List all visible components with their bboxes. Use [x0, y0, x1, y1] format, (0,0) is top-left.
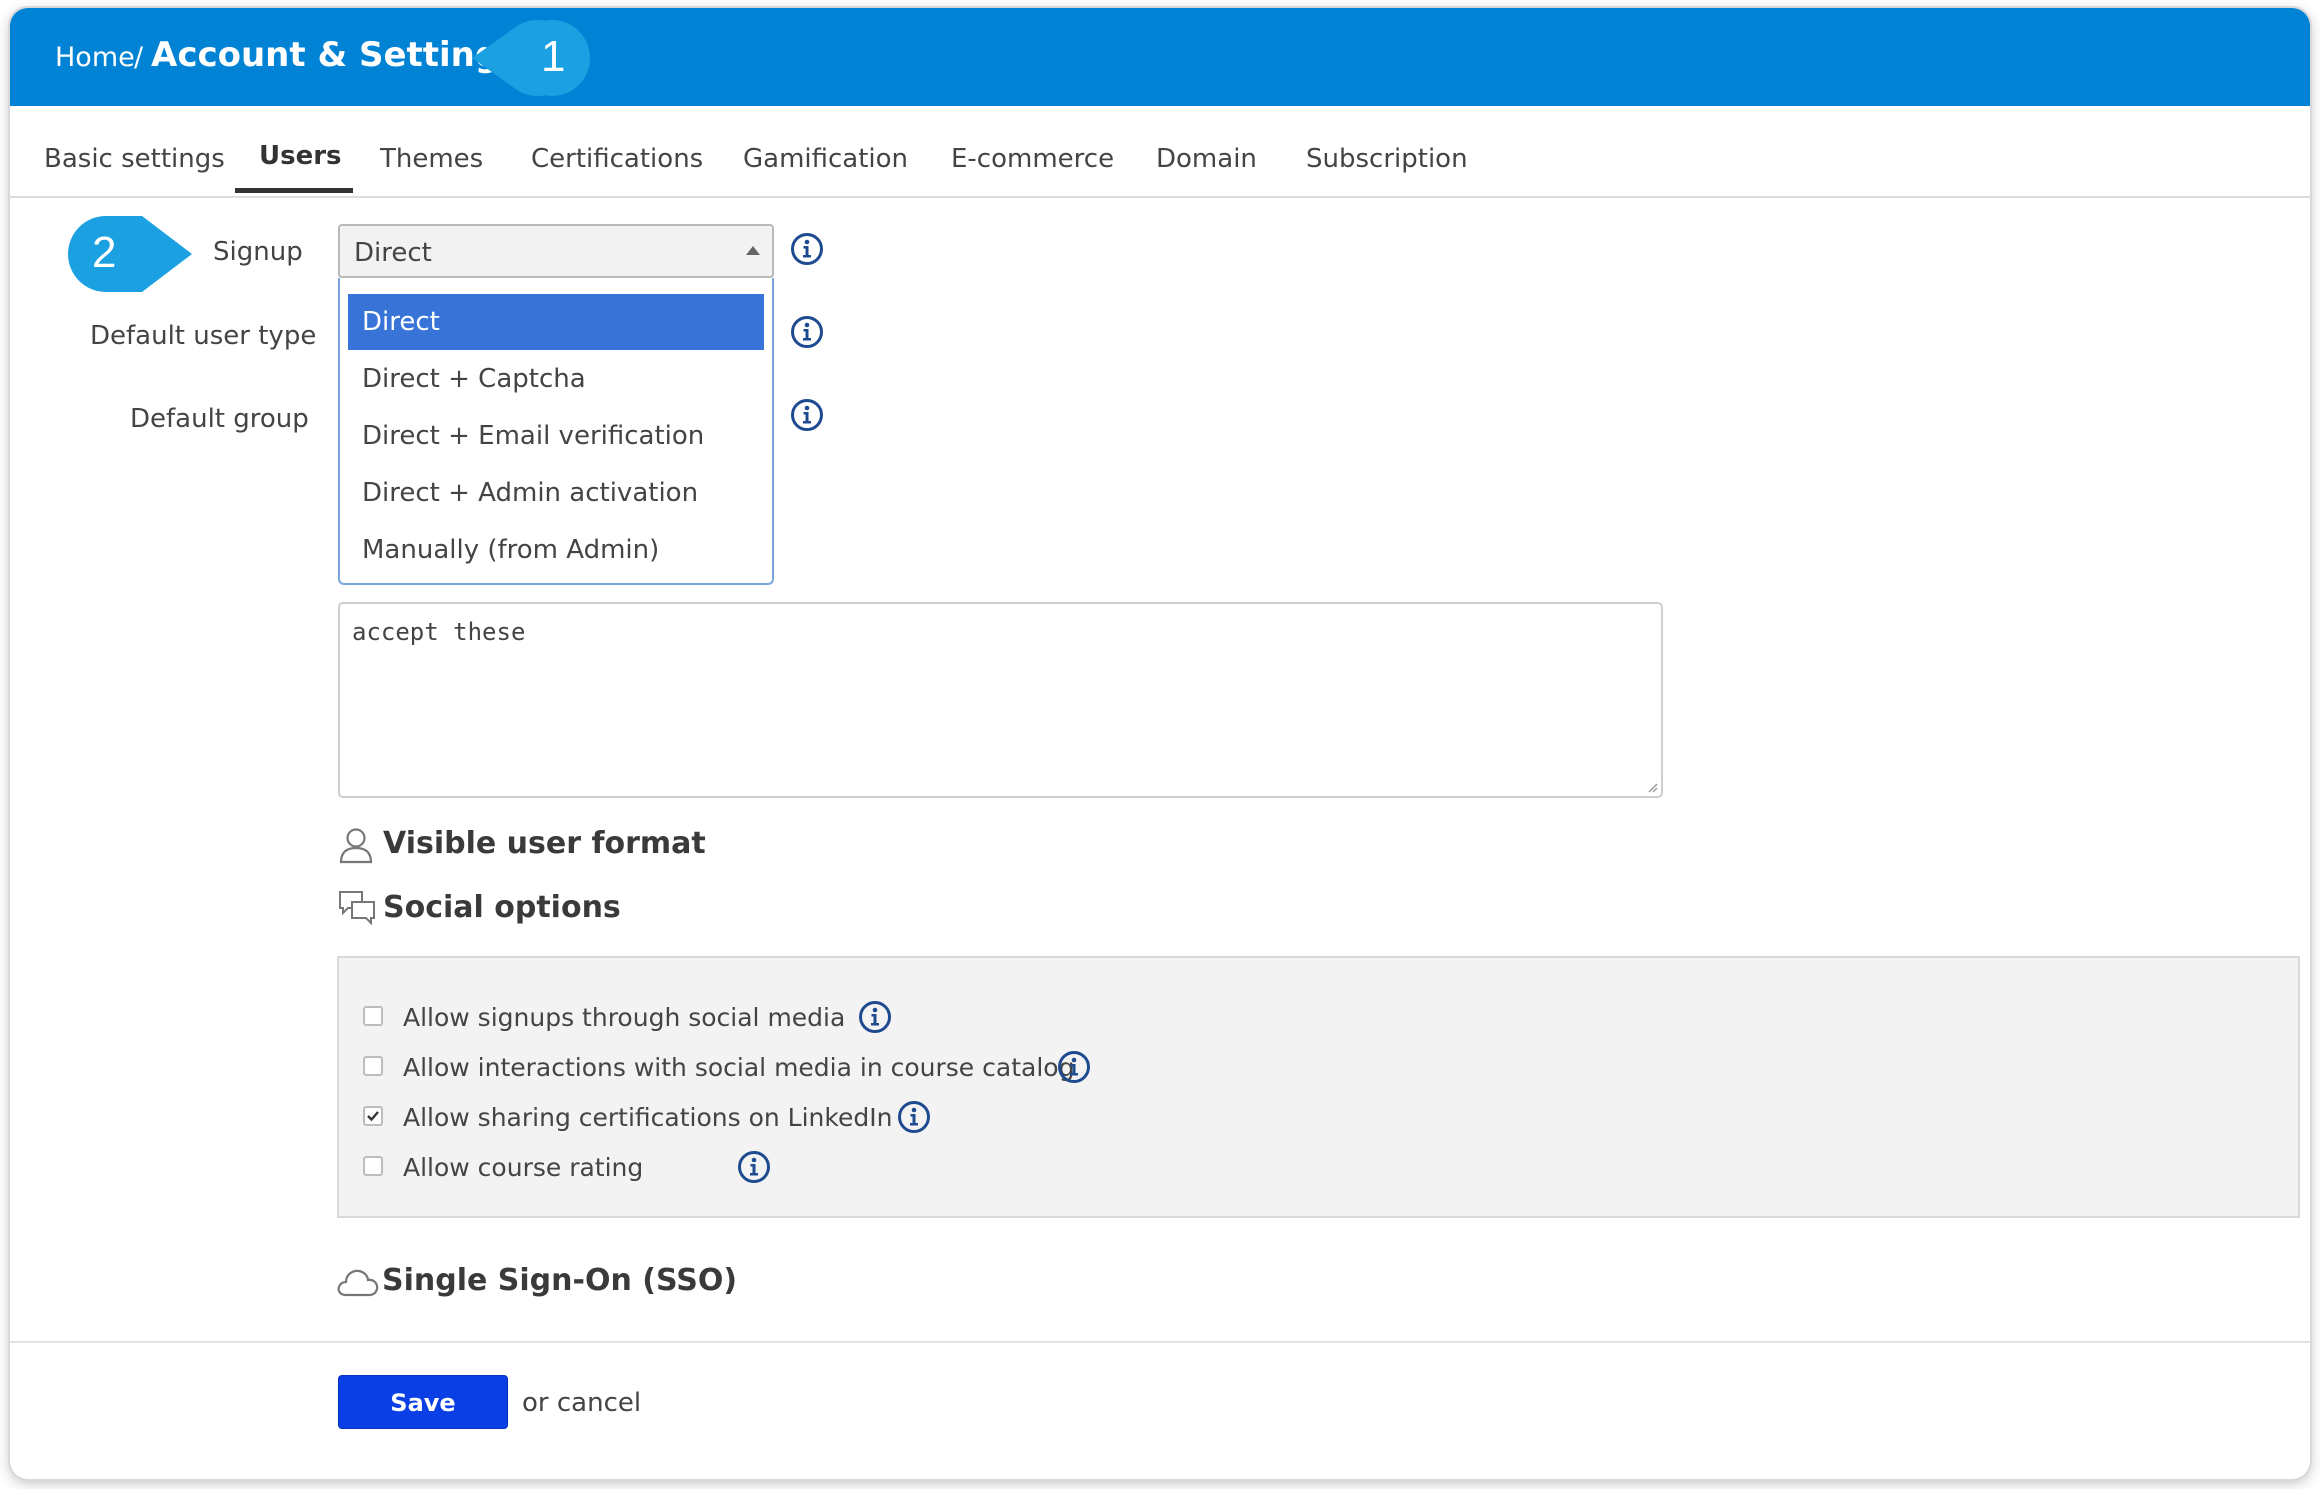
callout-number: 1: [541, 32, 566, 81]
signup-option-manually[interactable]: Manually (from Admin): [348, 522, 764, 578]
user-icon: [339, 828, 373, 864]
linkedin-sharing-label: Allow sharing certifications on LinkedIn: [403, 1103, 893, 1132]
info-icon[interactable]: [790, 315, 824, 349]
info-icon[interactable]: [858, 1000, 892, 1034]
tab-certifications[interactable]: Certifications: [531, 144, 703, 174]
visible-user-format-title: Visible user format: [383, 826, 706, 861]
app-window: Home / Account & Settings 1 Basic settin…: [10, 8, 2310, 1479]
info-icon[interactable]: [897, 1100, 931, 1134]
callout-number: 2: [92, 228, 117, 277]
signup-option-captcha[interactable]: Direct + Captcha: [348, 351, 764, 407]
signups-social-checkbox[interactable]: [363, 1006, 383, 1026]
terms-text: accept these: [352, 618, 526, 646]
chat-bubbles-icon: [339, 891, 375, 926]
active-tab-indicator: [235, 188, 353, 193]
sso-title: Single Sign-On (SSO): [382, 1263, 738, 1298]
signup-option-email-verification[interactable]: Direct + Email verification: [348, 408, 764, 464]
header-bar: Home / Account & Settings 1: [10, 8, 2310, 106]
interactions-social-label: Allow interactions with social media in …: [403, 1053, 1075, 1082]
signup-select-value: Direct: [354, 238, 432, 268]
step-callout-2: 2: [66, 214, 196, 294]
step-callout-1: 1: [472, 18, 592, 98]
social-options-panel: Allow signups through social media Allow…: [337, 956, 2300, 1218]
tab-subscription[interactable]: Subscription: [1306, 144, 1468, 174]
tab-domain[interactable]: Domain: [1156, 144, 1257, 174]
course-rating-label: Allow course rating: [403, 1153, 644, 1182]
cancel-link[interactable]: or cancel: [522, 1388, 641, 1418]
checkmark-icon: [367, 1111, 379, 1122]
info-icon[interactable]: [790, 398, 824, 432]
tab-gamification[interactable]: Gamification: [743, 144, 908, 174]
info-icon[interactable]: [1057, 1050, 1091, 1084]
signup-select[interactable]: Direct: [338, 224, 774, 278]
caret-up-icon: [746, 246, 760, 255]
callout-arrow-icon: [68, 216, 192, 292]
signups-social-label: Allow signups through social media: [403, 1003, 846, 1032]
info-icon[interactable]: [737, 1150, 771, 1184]
social-options-title: Social options: [383, 890, 621, 925]
tab-users[interactable]: Users: [259, 141, 342, 171]
breadcrumb-separator: /: [134, 42, 144, 73]
default-user-type-label: Default user type: [90, 321, 317, 351]
cloud-icon: [337, 1269, 379, 1297]
linkedin-sharing-checkbox[interactable]: [363, 1106, 383, 1126]
callout-arrow-icon: [472, 20, 590, 97]
save-button[interactable]: Save: [338, 1375, 508, 1429]
settings-tabs: Basic settings Users Themes Certificatio…: [10, 106, 2310, 198]
course-rating-checkbox[interactable]: [363, 1156, 383, 1176]
signup-label: Signup: [213, 237, 303, 267]
footer-divider: [10, 1341, 2310, 1343]
tab-basic-settings[interactable]: Basic settings: [44, 144, 225, 174]
signup-option-direct[interactable]: Direct: [348, 294, 764, 350]
signup-terms-textarea[interactable]: accept these: [338, 602, 1663, 798]
page-title: Account & Settings: [151, 35, 520, 75]
interactions-social-checkbox[interactable]: [363, 1056, 383, 1076]
tab-themes[interactable]: Themes: [380, 144, 483, 174]
tab-e-commerce[interactable]: E-commerce: [951, 144, 1114, 174]
default-group-label: Default group: [130, 404, 309, 434]
breadcrumb-home[interactable]: Home: [55, 42, 135, 73]
info-icon[interactable]: [790, 232, 824, 266]
signup-option-admin-activation[interactable]: Direct + Admin activation: [348, 465, 764, 521]
signup-dropdown: Direct Direct + Captcha Direct + Email v…: [338, 278, 774, 585]
resize-handle-icon[interactable]: [1646, 781, 1658, 793]
